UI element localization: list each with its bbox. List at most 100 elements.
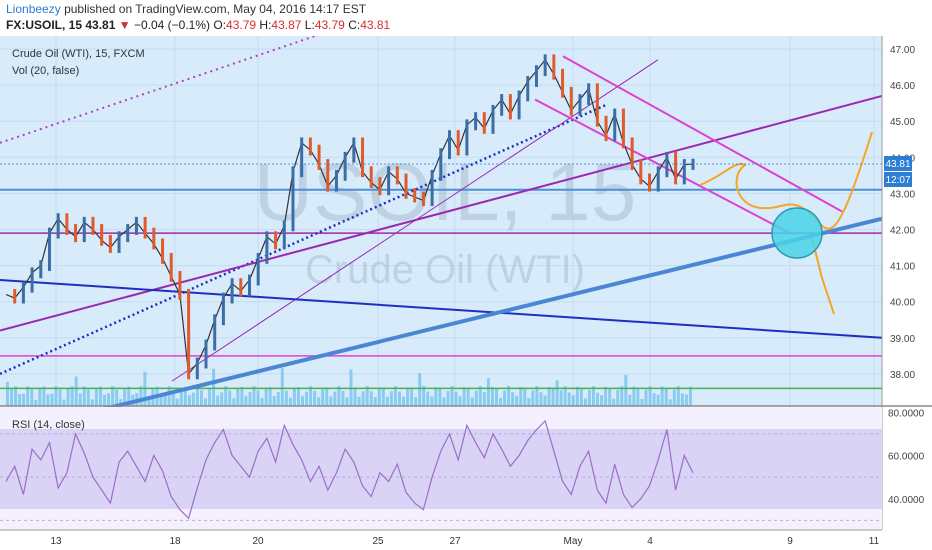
volume-bar	[228, 390, 232, 406]
volume-bar	[583, 398, 587, 406]
volume-bar	[30, 389, 34, 406]
chart-header: Lionbeezy published on TradingView.com, …	[0, 0, 932, 36]
volume-bar	[82, 386, 86, 406]
volume-bar	[86, 389, 90, 406]
volume-bar	[98, 386, 102, 406]
volume-bar	[434, 387, 438, 406]
last-price-badge-text: 43.81	[885, 159, 910, 170]
price-tick-label: 45.00	[890, 117, 915, 128]
volume-bar	[430, 396, 434, 406]
price-tick-label: 42.00	[890, 226, 915, 237]
volume-bar	[470, 397, 474, 406]
rsi-scale[interactable]	[883, 407, 932, 530]
close-value: 43.81	[360, 18, 391, 32]
volume-bar	[462, 387, 466, 406]
volume-bar	[648, 386, 652, 406]
volume-bar	[325, 387, 329, 406]
volume-bar	[272, 395, 276, 406]
volume-bar	[676, 386, 680, 406]
volume-bar	[329, 396, 333, 406]
volume-bar	[70, 386, 74, 406]
volume-bar	[490, 387, 494, 406]
volume-bar	[684, 394, 688, 406]
price-tick-label: 40.00	[890, 298, 915, 309]
open-value: 43.79	[226, 18, 257, 32]
open-label: O:	[213, 18, 227, 32]
volume-bar	[288, 397, 292, 406]
volume-bar	[107, 393, 111, 406]
volume-bar	[442, 397, 446, 406]
volume-bar	[567, 392, 571, 406]
time-tick-label: 20	[252, 536, 264, 547]
volume-bar	[6, 382, 9, 406]
volume-bar	[660, 386, 664, 406]
volume-bar	[652, 393, 656, 406]
price-tick-label: 46.00	[890, 81, 915, 92]
volume-bar	[612, 398, 616, 406]
author-link[interactable]: Lionbeezy	[6, 2, 61, 16]
volume-bar	[668, 399, 672, 406]
volume-bar	[212, 368, 216, 406]
price-tick-label: 39.00	[890, 334, 915, 345]
volume-bar	[664, 388, 668, 406]
volume-bar	[317, 397, 321, 406]
volume-bar	[571, 395, 575, 406]
volume-bar	[321, 387, 325, 406]
volume-bar	[90, 399, 94, 406]
volume-bar	[486, 378, 490, 406]
volume-bar	[284, 390, 288, 406]
time-tick-label: 27	[449, 536, 461, 547]
volume-bar	[474, 390, 478, 406]
volume-bar	[208, 388, 212, 406]
volume-bar	[313, 390, 317, 406]
volume-bar	[296, 387, 300, 406]
chart-canvas[interactable]: USOIL, 15 Crude Oil (WTI) Crude Oil (WTI…	[0, 36, 932, 550]
volume-bar	[22, 393, 26, 406]
price-tick-label: 38.00	[890, 370, 915, 381]
volume-bar	[78, 393, 82, 406]
time-tick-label: 4	[647, 536, 653, 547]
volume-bar	[539, 392, 543, 406]
rsi-tick-label: 80.0000	[888, 408, 925, 419]
volume-bar	[50, 393, 54, 406]
volume-bar	[220, 392, 224, 406]
volume-bar	[604, 386, 608, 406]
volume-bar	[527, 398, 531, 406]
volume-bar	[301, 396, 305, 406]
volume-bar	[624, 374, 628, 406]
volume-bar	[14, 386, 18, 406]
volume-bar	[632, 386, 636, 406]
symbol-label: FX:USOIL, 15	[6, 18, 83, 32]
volume-bar	[426, 391, 430, 406]
volume-bar	[385, 396, 389, 406]
volume-bar	[268, 387, 272, 406]
high-label: H:	[259, 18, 272, 32]
volume-bar	[466, 387, 470, 406]
volume-bar	[232, 398, 236, 406]
volume-bar	[26, 386, 30, 406]
volume-bar	[199, 390, 203, 406]
volume-bar	[357, 396, 361, 406]
volume-bar	[38, 388, 42, 406]
volume-bar	[579, 388, 583, 406]
volume-bar	[410, 387, 414, 406]
volume-bar	[672, 389, 676, 406]
volume-bar	[446, 390, 450, 406]
volume-bar	[62, 399, 66, 406]
volume-bar	[256, 390, 260, 406]
countdown-badge-text: 12:07	[885, 175, 910, 186]
volume-bar	[111, 386, 115, 406]
last-price: 43.81	[85, 18, 116, 32]
time-tick-label: May	[564, 536, 583, 547]
volume-bar	[10, 389, 14, 406]
volume-bar	[292, 387, 296, 406]
volume-bar	[264, 387, 268, 406]
low-value: 43.79	[314, 18, 345, 32]
volume-bar	[680, 393, 684, 406]
symbol-watermark: USOIL, 15	[254, 147, 637, 238]
volume-bar	[587, 390, 591, 406]
volume-bar	[345, 397, 349, 406]
volume-bar	[418, 373, 422, 406]
target-circle	[771, 207, 823, 259]
volume-bar	[523, 387, 527, 406]
